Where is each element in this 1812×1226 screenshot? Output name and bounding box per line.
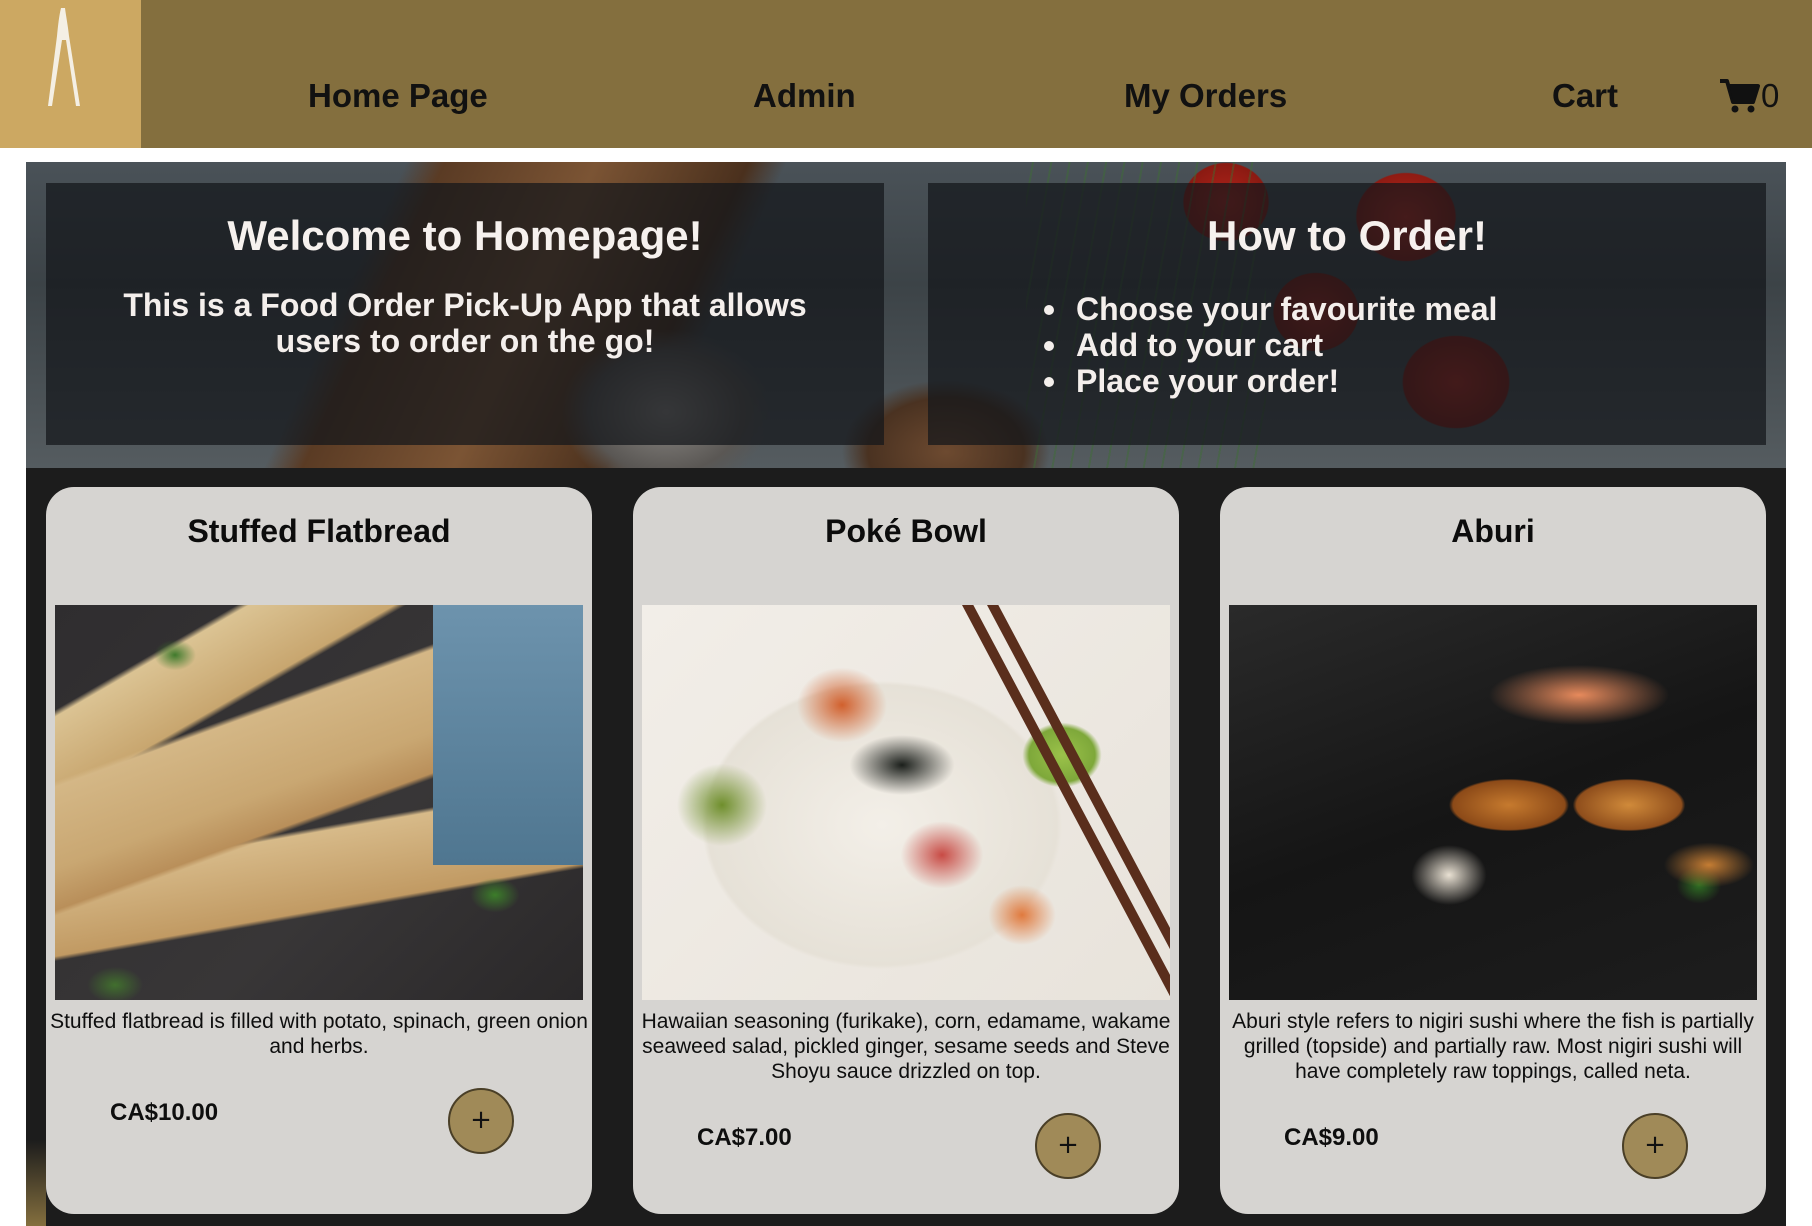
top-nav-bar: Home Page Admin My Orders Cart 0 (0, 0, 1812, 148)
welcome-panel: Welcome to Homepage! This is a Food Orde… (46, 183, 884, 445)
product-price: CA$9.00 (1284, 1124, 1379, 1151)
order-step: Choose your favourite meal (1043, 291, 1498, 327)
product-name: Poké Bowl (825, 513, 987, 549)
product-card-stuffed-flatbread: Stuffed Flatbread Stuffed flatbread is f… (46, 487, 592, 1214)
hero-banner: Welcome to Homepage! This is a Food Orde… (26, 162, 1786, 468)
how-to-order-panel: How to Order! Choose your favourite meal… (928, 183, 1766, 445)
product-price: CA$7.00 (697, 1124, 792, 1151)
add-to-cart-button[interactable]: + (448, 1088, 514, 1154)
product-image (642, 605, 1170, 1000)
chopsticks-icon (48, 8, 80, 106)
welcome-title: Welcome to Homepage! (227, 212, 703, 259)
nav-my-orders[interactable]: My Orders (1124, 76, 1287, 116)
product-card-poke-bowl: Poké Bowl Hawaiian seasoning (furikake),… (633, 487, 1179, 1214)
logo[interactable] (0, 0, 141, 148)
product-name: Stuffed Flatbread (187, 513, 451, 549)
product-description: Aburi style refers to nigiri sushi where… (1232, 1010, 1754, 1083)
chopstick (962, 605, 1170, 1000)
add-to-cart-button[interactable]: + (1622, 1113, 1688, 1179)
cart-count: 0 (1761, 77, 1780, 114)
cart-icon (1720, 79, 1760, 113)
page-edge-gradient (26, 1140, 46, 1226)
product-card-aburi: Aburi Aburi style refers to nigiri sushi… (1220, 487, 1766, 1214)
welcome-text: This is a Food Order Pick-Up App that al… (123, 287, 807, 359)
nav-home-page[interactable]: Home Page (308, 76, 488, 116)
product-description: Hawaiian seasoning (furikake), corn, eda… (641, 1010, 1171, 1083)
order-step: Add to your cart (1043, 327, 1497, 363)
nav-cart[interactable]: Cart (1552, 76, 1618, 116)
product-image-backdrop (433, 605, 583, 865)
how-to-order-steps: Choose your favourite meal Add to your c… (1043, 291, 1498, 399)
order-step: Place your order! (1043, 363, 1497, 399)
main-content: Welcome to Homepage! This is a Food Orde… (26, 162, 1786, 1226)
product-image (55, 605, 583, 1000)
nav-admin[interactable]: Admin (753, 76, 856, 116)
how-to-order-title: How to Order! (1207, 212, 1487, 259)
cart-button[interactable]: 0 (1720, 76, 1779, 116)
product-image (1229, 605, 1757, 1000)
product-name: Aburi (1451, 513, 1535, 549)
add-to-cart-button[interactable]: + (1035, 1113, 1101, 1179)
product-description: Stuffed flatbread is filled with potato,… (50, 1010, 588, 1058)
product-price: CA$10.00 (110, 1099, 219, 1126)
